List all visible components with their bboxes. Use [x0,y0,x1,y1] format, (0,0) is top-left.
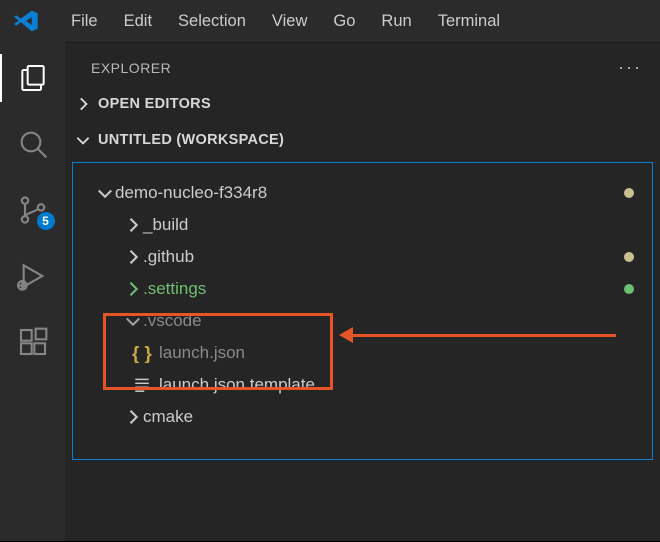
git-added-dot-icon [624,284,634,294]
folder-label: .settings [143,279,642,299]
explorer-icon[interactable] [15,60,51,96]
menu-bar: File Edit Selection View Go Run Terminal [0,0,660,42]
chevron-down-icon [123,311,143,331]
workspace-section[interactable]: UNTITLED (WORKSPACE) [65,124,660,156]
git-modified-dot-icon [624,252,634,262]
git-modified-dot-icon [624,188,634,198]
workspace-tree: demo-nucleo-f334r8 _build .github [72,162,653,460]
run-debug-icon[interactable] [15,258,51,294]
explorer-title: EXPLORER [91,60,171,76]
folder-label: demo-nucleo-f334r8 [115,183,642,203]
open-editors-section[interactable]: OPEN EDITORS [65,88,660,120]
file-label: launch.json [159,343,642,363]
menu-go[interactable]: Go [320,8,368,35]
workspace-label: UNTITLED (WORKSPACE) [98,132,284,148]
chevron-right-icon [123,215,143,235]
tree-folder-cmake[interactable]: cmake [73,401,652,433]
tree-folder-vscode[interactable]: .vscode [73,305,652,337]
chevron-right-icon [74,95,92,113]
file-label: launch.json.template [159,375,642,395]
menu-view[interactable]: View [259,8,320,35]
svg-text:{ }: { } [132,343,152,363]
tree-folder-settings[interactable]: .settings [73,273,652,305]
folder-label: .vscode [143,311,642,331]
source-control-icon[interactable]: 5 [15,192,51,228]
chevron-down-icon [95,183,115,203]
search-icon[interactable] [15,126,51,162]
folder-label: cmake [143,407,642,427]
folder-label: .github [143,247,642,267]
vscode-logo-icon [12,7,40,35]
chevron-down-icon [74,131,92,149]
folder-label: _build [143,215,642,235]
chevron-right-icon [123,279,143,299]
chevron-right-icon [123,407,143,427]
tree-file-launch-template[interactable]: launch.json.template [73,369,652,401]
menu-selection[interactable]: Selection [165,8,259,35]
extensions-icon[interactable] [15,324,51,360]
tree-folder-build[interactable]: _build [73,209,652,241]
scm-badge: 5 [37,212,55,230]
tree-file-launch-json[interactable]: { } launch.json [73,337,652,369]
menu-run[interactable]: Run [368,8,424,35]
tree-folder-root[interactable]: demo-nucleo-f334r8 [73,177,652,209]
chevron-right-icon [123,247,143,267]
tree-folder-github[interactable]: .github [73,241,652,273]
activity-bar: 5 [0,42,65,542]
menu-terminal[interactable]: Terminal [425,8,513,35]
explorer-more-icon[interactable]: ··· [618,57,642,78]
open-editors-label: OPEN EDITORS [98,96,211,112]
explorer-panel: EXPLORER ··· OPEN EDITORS UNTITLED (WORK… [65,42,660,542]
json-braces-icon: { } [131,343,153,363]
file-lines-icon [131,376,153,394]
menu-file[interactable]: File [58,8,111,35]
menu-edit[interactable]: Edit [111,8,165,35]
